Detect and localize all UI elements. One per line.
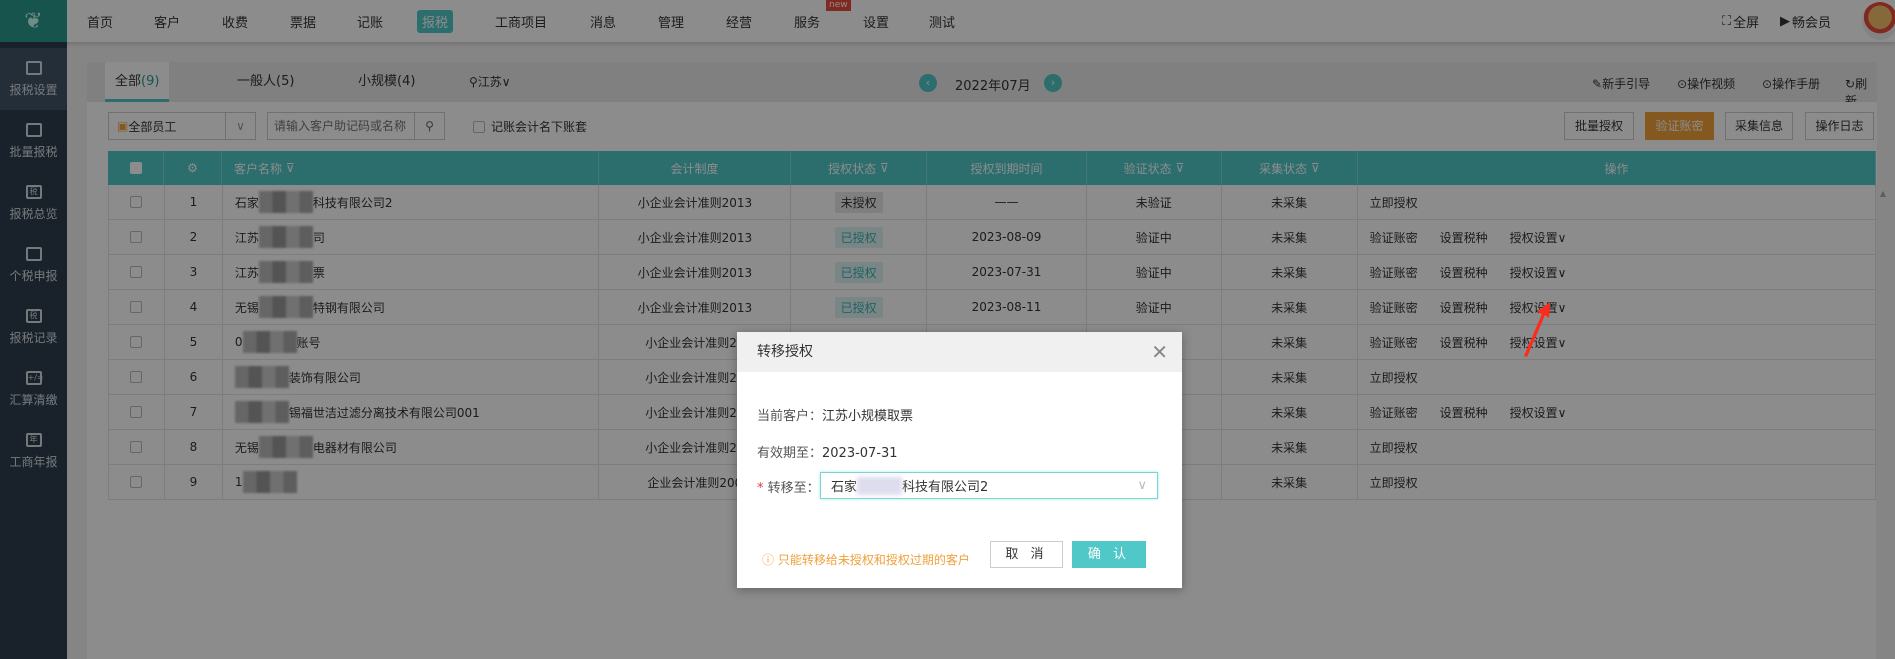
current-customer: 当前客户：江苏小规模取票 [757,409,914,424]
transfer-target-label: * 转移至： [757,481,820,496]
warning-icon: ⓘ [762,553,775,567]
transfer-auth-dialog: 转移授权 ✕ 当前客户：江苏小规模取票 有效期至：2023-07-31 * 转移… [737,332,1182,588]
chevron-down-icon: ∨ [1137,478,1147,493]
transfer-target-select[interactable]: 石家 科技有限公司2 ∨ [820,472,1158,499]
cancel-button[interactable]: 取 消 [990,541,1063,568]
confirm-button[interactable]: 确 认 [1072,541,1146,568]
redacted-text [857,476,903,495]
dialog-title: 转移授权 [737,332,1182,372]
warning-text: ⓘ 只能转移给未授权和授权过期的客户 [762,553,970,567]
annotation-arrow [1524,302,1550,357]
close-icon[interactable]: ✕ [1151,340,1168,364]
required-asterisk: * [757,481,768,496]
expiry-date: 有效期至：2023-07-31 [757,446,898,461]
